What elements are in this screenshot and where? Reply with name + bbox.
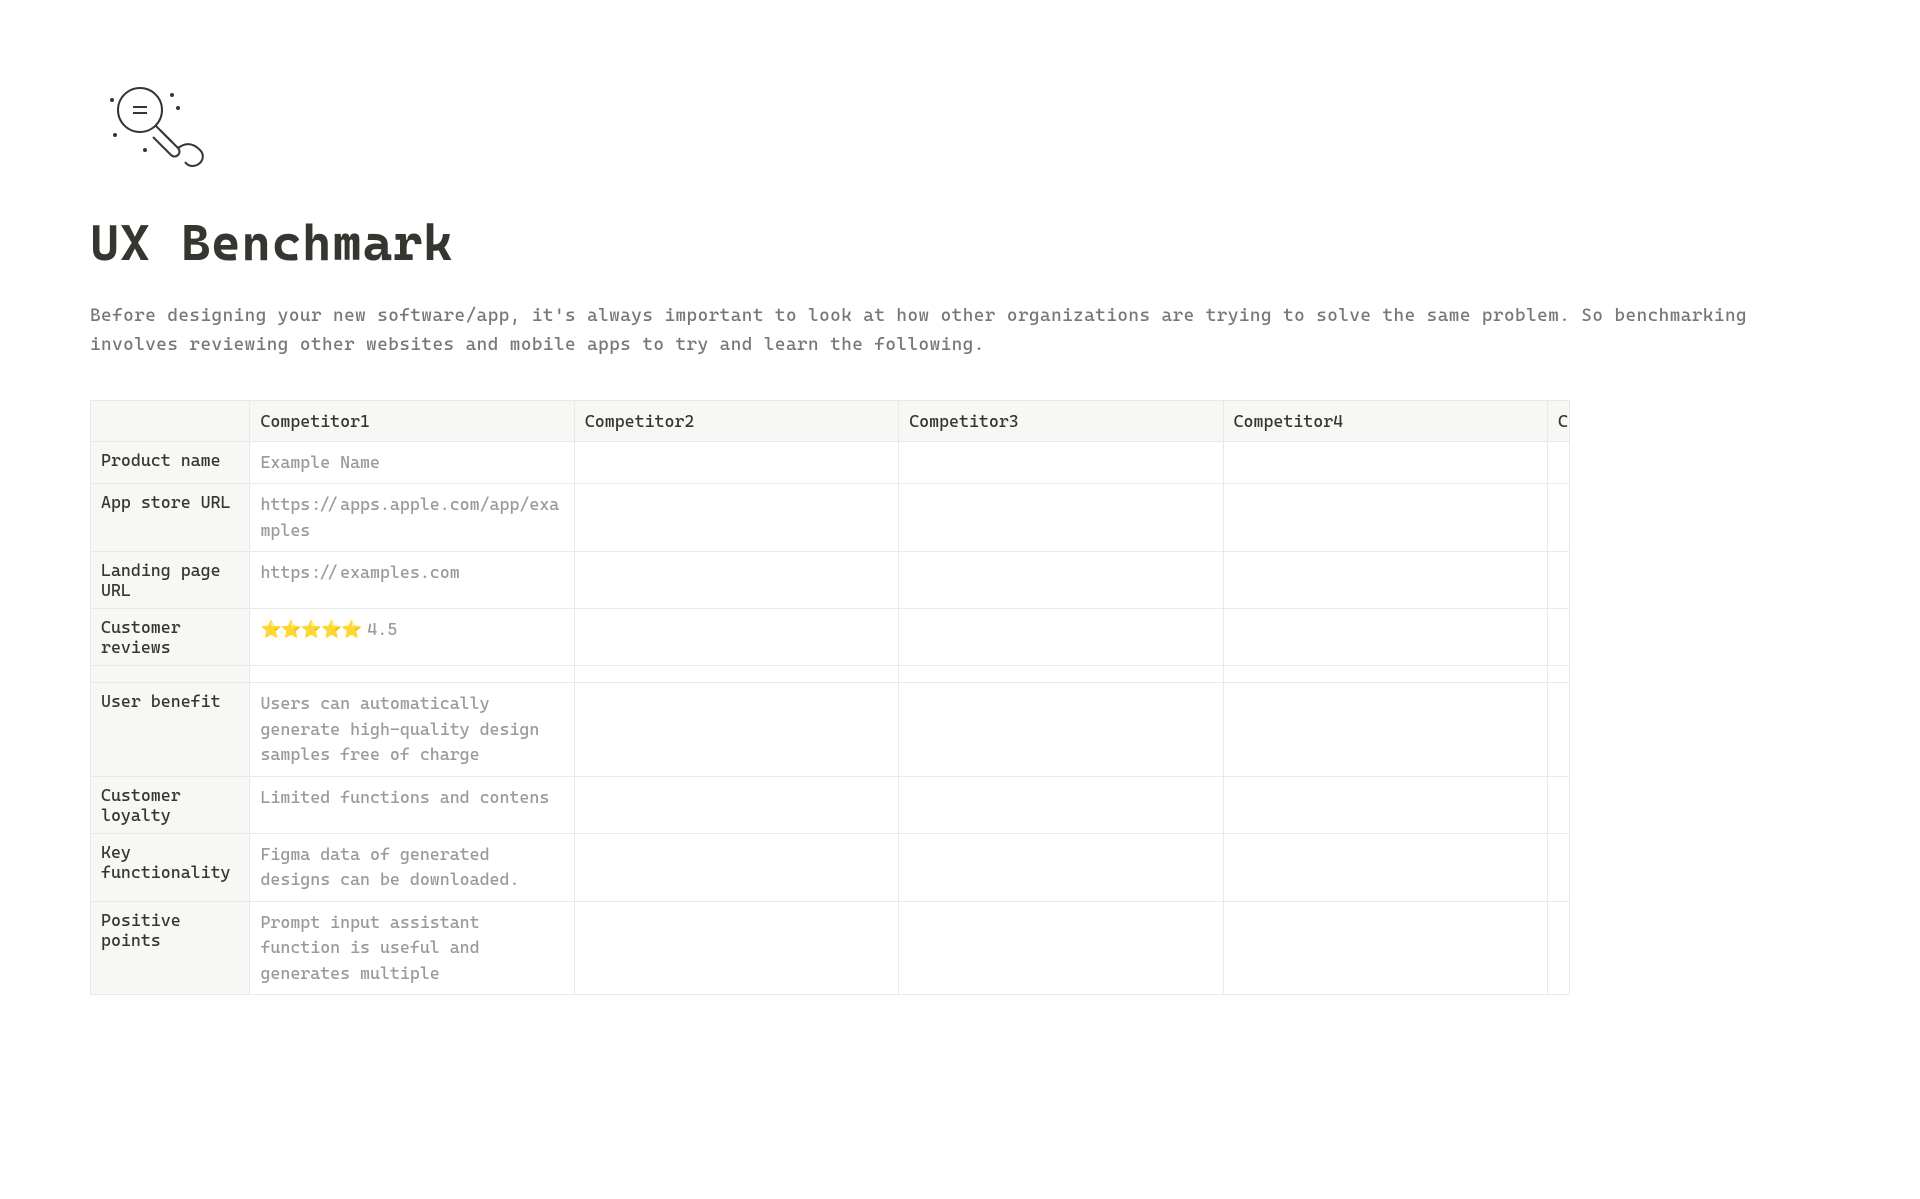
table-cell[interactable] [574,552,898,609]
table-cell[interactable] [1547,901,1569,995]
table-cell[interactable] [1223,666,1547,683]
table-cell[interactable] [1223,833,1547,901]
table-row: Landing page URL https://examples.com [91,552,1570,609]
table-row: Customer reviews ⭐⭐⭐⭐⭐ 4.5 [91,609,1570,666]
row-label-empty[interactable] [91,666,250,683]
table-cell[interactable] [1223,776,1547,833]
table-header-row: Competitor1 Competitor2 Competitor3 Comp… [91,400,1570,441]
table-cell[interactable] [899,552,1223,609]
table-cell[interactable] [1547,441,1569,484]
table-cell[interactable]: Figma data of generated designs can be d… [250,833,574,901]
table-cell[interactable] [574,901,898,995]
table-row: Customer loyalty Limited functions and c… [91,776,1570,833]
table-cell[interactable] [899,666,1223,683]
table-header-competitor1[interactable]: Competitor1 [250,400,574,441]
table-cell[interactable] [1547,609,1569,666]
page-icon [100,80,1830,194]
row-label-customer-loyalty[interactable]: Customer loyalty [91,776,250,833]
table-cell[interactable] [1223,441,1547,484]
table-cell[interactable] [574,683,898,777]
table-cell[interactable] [574,484,898,552]
table-cell-rating[interactable]: ⭐⭐⭐⭐⭐ 4.5 [250,609,574,666]
page-title: UX Benchmark [90,214,1830,272]
table-row: User benefit Users can automatically gen… [91,683,1570,777]
table-cell[interactable] [1547,666,1569,683]
table-header-competitor4[interactable]: Competitor4 [1223,400,1547,441]
row-label-customer-reviews[interactable]: Customer reviews [91,609,250,666]
row-label-app-store-url[interactable]: App store URL [91,484,250,552]
table-header-competitor2[interactable]: Competitor2 [574,400,898,441]
table-cell[interactable] [899,683,1223,777]
benchmark-table-wrapper: Competitor1 Competitor2 Competitor3 Comp… [90,400,1830,996]
table-cell[interactable] [574,441,898,484]
star-rating-icon: ⭐⭐⭐⭐⭐ [260,619,361,639]
row-label-key-functionality[interactable]: Key functionality [91,833,250,901]
table-cell[interactable] [899,484,1223,552]
table-cell[interactable] [574,666,898,683]
table-cell[interactable]: https://apps.apple.com/app/examples [250,484,574,552]
table-cell[interactable] [1547,683,1569,777]
table-cell[interactable] [574,776,898,833]
table-row: Positive points Prompt input assistant f… [91,901,1570,995]
row-label-landing-page-url[interactable]: Landing page URL [91,552,250,609]
table-header-competitor3[interactable]: Competitor3 [899,400,1223,441]
row-label-product-name[interactable]: Product name [91,441,250,484]
table-cell[interactable]: Users can automatically generate high-qu… [250,683,574,777]
table-cell[interactable]: Limited functions and contens [250,776,574,833]
row-label-user-benefit[interactable]: User benefit [91,683,250,777]
table-cell[interactable] [574,833,898,901]
table-cell[interactable] [1223,609,1547,666]
table-row: Key functionality Figma data of generate… [91,833,1570,901]
table-cell[interactable] [1223,552,1547,609]
table-cell[interactable] [1547,776,1569,833]
table-cell[interactable] [1223,683,1547,777]
table-cell[interactable] [574,609,898,666]
rating-value: 4.5 [367,619,397,639]
table-row [91,666,1570,683]
table-cell[interactable] [899,833,1223,901]
table-cell[interactable] [1547,484,1569,552]
table-cell[interactable]: https://examples.com [250,552,574,609]
table-cell[interactable] [250,666,574,683]
intro-paragraph: Before designing your new software/app, … [90,302,1830,360]
table-header-competitor5[interactable]: C [1547,400,1569,441]
table-row: App store URL https://apps.apple.com/app… [91,484,1570,552]
table-header-blank[interactable] [91,400,250,441]
table-cell[interactable] [1223,484,1547,552]
table-cell[interactable] [1547,833,1569,901]
table-cell[interactable] [899,441,1223,484]
table-row: Product name Example Name [91,441,1570,484]
benchmark-table: Competitor1 Competitor2 Competitor3 Comp… [90,400,1570,996]
table-cell[interactable] [899,609,1223,666]
table-cell[interactable]: Example Name [250,441,574,484]
table-cell[interactable] [1223,901,1547,995]
row-label-positive-points[interactable]: Positive points [91,901,250,995]
table-cell[interactable] [899,901,1223,995]
table-cell[interactable]: Prompt input assistant function is usefu… [250,901,574,995]
table-cell[interactable] [899,776,1223,833]
table-cell[interactable] [1547,552,1569,609]
